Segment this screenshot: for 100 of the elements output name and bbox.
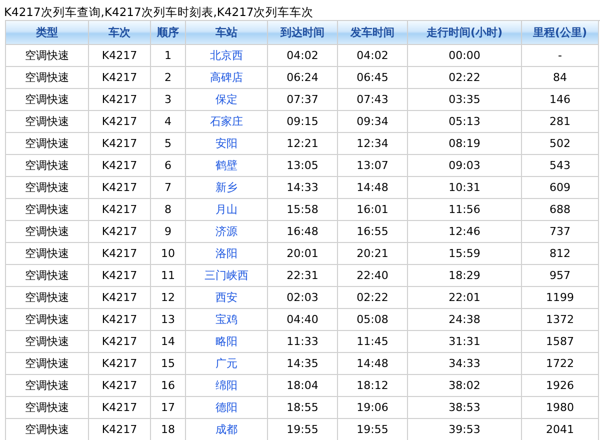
table-cell: 14:48	[338, 353, 408, 375]
table-cell: K4217	[89, 199, 151, 221]
table-cell: 空调快速	[6, 331, 89, 353]
station-link[interactable]: 洛阳	[216, 246, 238, 261]
table-cell: K4217	[89, 155, 151, 177]
table-cell: K4217	[89, 133, 151, 155]
table-cell: 空调快速	[6, 89, 89, 111]
table-cell: 17	[151, 397, 186, 419]
table-cell: 13:05	[268, 155, 338, 177]
table-cell: 空调快速	[6, 177, 89, 199]
table-cell: 04:02	[268, 45, 338, 67]
table-cell: 22:31	[268, 265, 338, 287]
table-cell: K4217	[89, 67, 151, 89]
table-cell: 空调快速	[6, 287, 89, 309]
table-cell: 39:53	[408, 419, 522, 440]
table-cell: 06:45	[338, 67, 408, 89]
station-link[interactable]: 保定	[216, 92, 238, 107]
table-cell: 688	[522, 199, 599, 221]
table-cell: 34:33	[408, 353, 522, 375]
station-link[interactable]: 鹤壁	[216, 158, 238, 173]
table-cell: 543	[522, 155, 599, 177]
table-cell: 1372	[522, 309, 599, 331]
table-cell: 07:43	[338, 89, 408, 111]
table-cell: 24:38	[408, 309, 522, 331]
table-cell: 空调快速	[6, 419, 89, 440]
table-cell: 3	[151, 89, 186, 111]
table-cell: 13:07	[338, 155, 408, 177]
table-cell: 05:08	[338, 309, 408, 331]
table-cell: 812	[522, 243, 599, 265]
station-link[interactable]: 广元	[216, 356, 238, 371]
station-link[interactable]: 略阳	[216, 334, 238, 349]
column-header: 顺序	[151, 21, 186, 45]
station-link[interactable]: 月山	[216, 202, 238, 217]
column-header: 车次	[89, 21, 151, 45]
table-cell: 38:53	[408, 397, 522, 419]
station-link[interactable]: 新乡	[216, 180, 238, 195]
table-cell: 18:12	[338, 375, 408, 397]
table-cell: 1	[151, 45, 186, 67]
table-cell: 04:40	[268, 309, 338, 331]
table-cell: K4217	[89, 265, 151, 287]
station-link[interactable]: 成都	[216, 422, 238, 437]
table-cell: 空调快速	[6, 375, 89, 397]
table-cell: 空调快速	[6, 67, 89, 89]
table-cell: 20:01	[268, 243, 338, 265]
table-cell: 空调快速	[6, 397, 89, 419]
page-title: K4217次列车查询,K4217次列车时刻表,K4217次列车车次	[3, 4, 315, 20]
table-cell: 02:22	[338, 287, 408, 309]
table-cell: 10:31	[408, 177, 522, 199]
table-cell: 38:02	[408, 375, 522, 397]
column-header: 里程(公里)	[522, 21, 599, 45]
table-cell: 18:04	[268, 375, 338, 397]
table-cell: 05:13	[408, 111, 522, 133]
column-header: 发车时间	[338, 21, 408, 45]
table-cell: 09:15	[268, 111, 338, 133]
table-cell: 12:46	[408, 221, 522, 243]
table-cell: 13	[151, 309, 186, 331]
table-cell: 1587	[522, 331, 599, 353]
table-cell: 14:33	[268, 177, 338, 199]
table-cell: 11:33	[268, 331, 338, 353]
table-cell: 14	[151, 331, 186, 353]
table-cell: 10	[151, 243, 186, 265]
table-cell: 14:48	[338, 177, 408, 199]
table-cell: 16:55	[338, 221, 408, 243]
table-cell: 4	[151, 111, 186, 133]
table-cell: K4217	[89, 287, 151, 309]
table-cell: 16	[151, 375, 186, 397]
station-link[interactable]: 济源	[216, 224, 238, 239]
table-cell: 空调快速	[6, 133, 89, 155]
table-cell: K4217	[89, 353, 151, 375]
table-cell: 空调快速	[6, 199, 89, 221]
table-cell: 22:01	[408, 287, 522, 309]
table-cell: 空调快速	[6, 265, 89, 287]
station-link[interactable]: 石家庄	[210, 114, 243, 129]
table-cell: 09:34	[338, 111, 408, 133]
station-link[interactable]: 绵阳	[216, 378, 238, 393]
table-cell: 11:56	[408, 199, 522, 221]
station-link[interactable]: 西安	[216, 290, 238, 305]
table-cell: 15	[151, 353, 186, 375]
table-cell: K4217	[89, 177, 151, 199]
station-link[interactable]: 北京西	[210, 48, 243, 63]
table-cell: 空调快速	[6, 353, 89, 375]
table-cell: -	[522, 45, 599, 67]
table-cell: 19:55	[268, 419, 338, 440]
table-cell: 18:55	[268, 397, 338, 419]
station-link[interactable]: 德阳	[216, 400, 238, 415]
table-cell: 22:40	[338, 265, 408, 287]
table-cell: 19:06	[338, 397, 408, 419]
station-link[interactable]: 安阳	[216, 136, 238, 151]
table-cell: 空调快速	[6, 221, 89, 243]
station-link[interactable]: 宝鸡	[216, 312, 238, 327]
table-cell: 16:48	[268, 221, 338, 243]
table-cell: 12:21	[268, 133, 338, 155]
table-cell: 02:03	[268, 287, 338, 309]
table-cell: 16:01	[338, 199, 408, 221]
table-cell: 空调快速	[6, 155, 89, 177]
station-link[interactable]: 高碑店	[210, 70, 243, 85]
table-cell: K4217	[89, 419, 151, 440]
station-link[interactable]: 三门峡西	[204, 268, 248, 283]
table-cell: 281	[522, 111, 599, 133]
table-cell: K4217	[89, 375, 151, 397]
